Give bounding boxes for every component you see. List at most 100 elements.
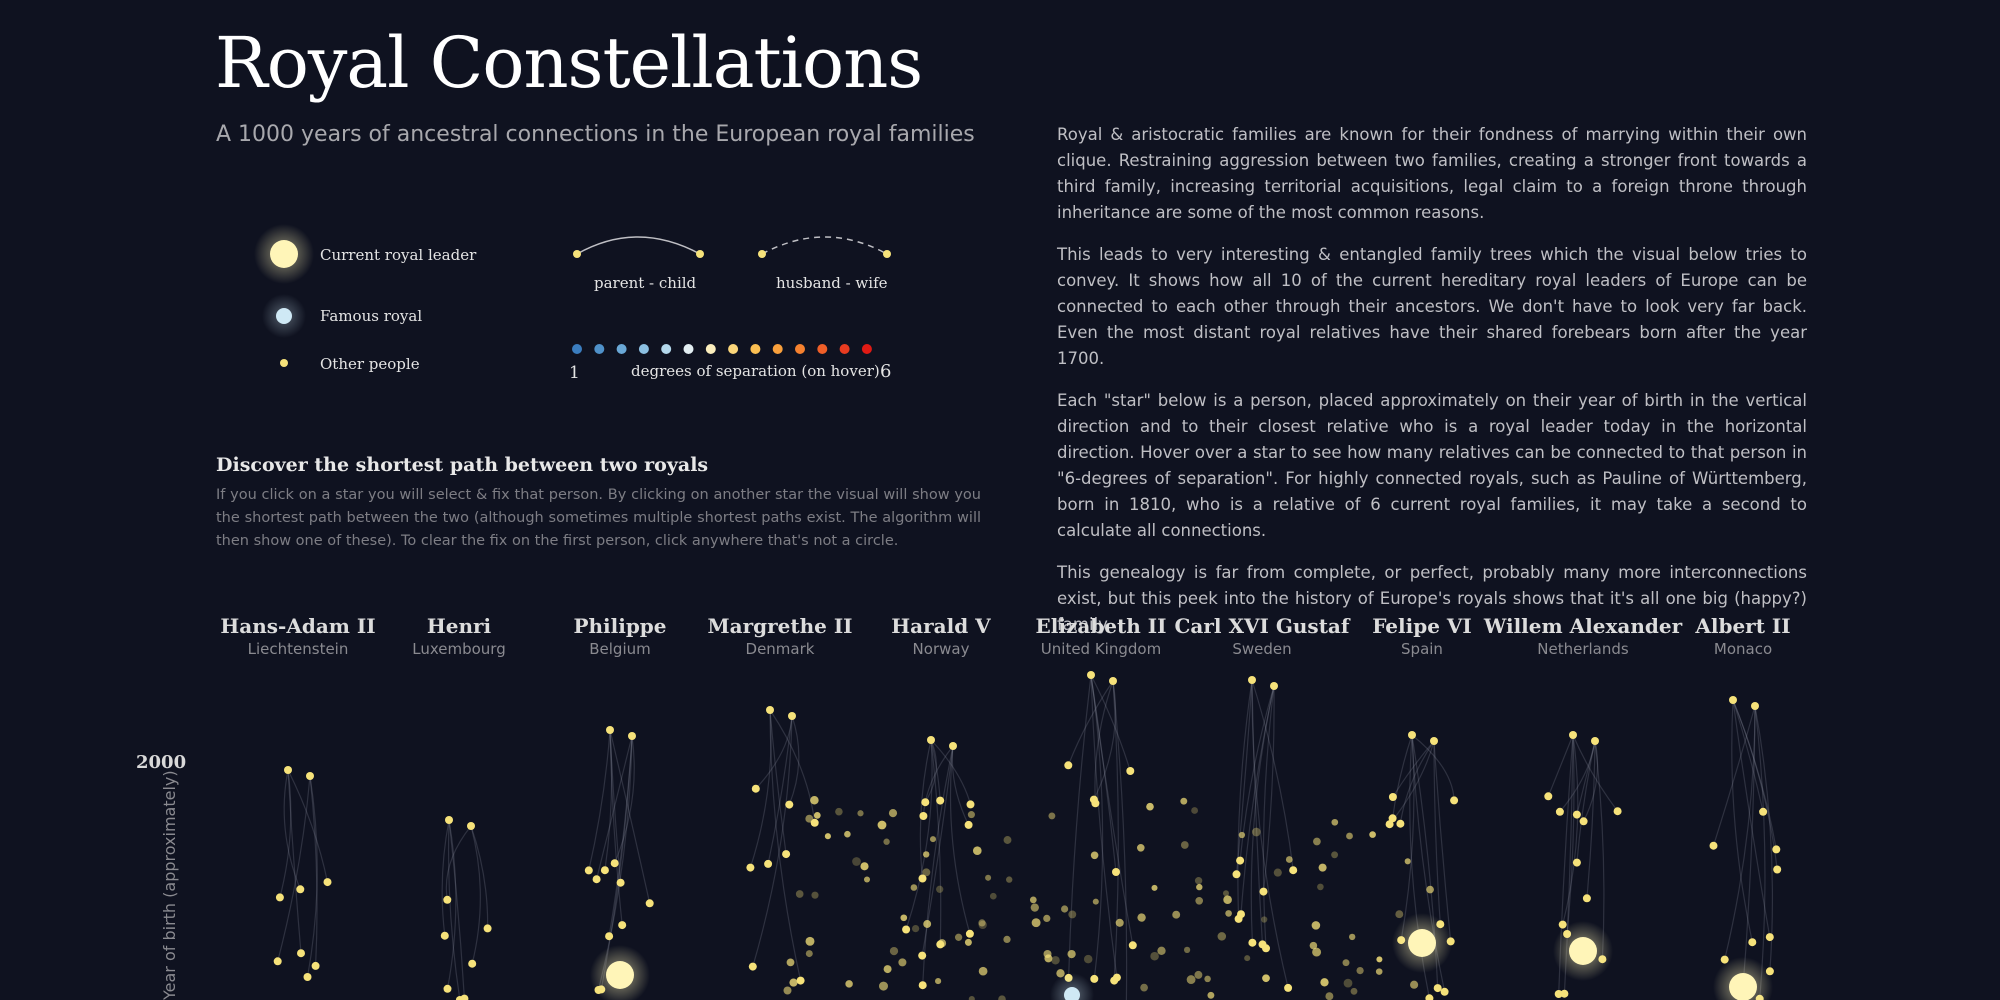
person-star[interactable] xyxy=(1137,913,1146,922)
current-leader-star[interactable] xyxy=(1729,973,1757,1000)
person-star[interactable] xyxy=(783,986,792,995)
person-star[interactable] xyxy=(900,914,908,922)
person-star[interactable] xyxy=(1404,858,1411,865)
person-star[interactable] xyxy=(1191,807,1199,814)
person-star[interactable] xyxy=(964,938,972,946)
current-leader-star[interactable] xyxy=(1408,929,1436,957)
person-star[interactable] xyxy=(1236,856,1245,865)
person-star[interactable] xyxy=(954,933,963,941)
person-star[interactable] xyxy=(966,800,975,809)
person-star[interactable] xyxy=(1223,895,1232,905)
person-star[interactable] xyxy=(306,772,314,780)
person-star[interactable] xyxy=(443,895,452,904)
person-star[interactable] xyxy=(785,800,794,809)
person-star[interactable] xyxy=(1342,959,1350,967)
person-star[interactable] xyxy=(1582,894,1591,903)
person-star[interactable] xyxy=(1204,975,1211,983)
person-star[interactable] xyxy=(1560,989,1569,998)
person-star[interactable] xyxy=(1259,887,1268,896)
person-star[interactable] xyxy=(746,863,755,872)
person-star[interactable] xyxy=(967,811,975,819)
person-star[interactable] xyxy=(1029,896,1037,904)
person-star[interactable] xyxy=(1591,737,1599,745)
person-star[interactable] xyxy=(1238,831,1246,839)
person-star[interactable] xyxy=(1048,812,1056,820)
person-star[interactable] xyxy=(883,965,892,974)
person-star[interactable] xyxy=(1313,837,1321,846)
person-star[interactable] xyxy=(863,876,871,883)
person-star[interactable] xyxy=(844,830,851,838)
person-star[interactable] xyxy=(1234,914,1243,923)
person-star[interactable] xyxy=(1244,955,1251,962)
person-star[interactable] xyxy=(1068,910,1077,919)
person-star[interactable] xyxy=(1126,767,1135,775)
person-star[interactable] xyxy=(985,874,992,881)
person-star[interactable] xyxy=(1613,807,1622,816)
person-star[interactable] xyxy=(1064,761,1073,770)
person-star[interactable] xyxy=(786,958,795,967)
person-star[interactable] xyxy=(1425,994,1434,1000)
person-star[interactable] xyxy=(937,939,947,948)
person-star[interactable] xyxy=(284,766,292,774)
person-star[interactable] xyxy=(1248,938,1257,947)
person-star[interactable] xyxy=(805,950,813,958)
person-star[interactable] xyxy=(888,809,898,818)
person-star[interactable] xyxy=(1196,883,1203,891)
person-star[interactable] xyxy=(1003,836,1012,844)
person-star[interactable] xyxy=(1146,802,1154,811)
person-star[interactable] xyxy=(1128,941,1137,950)
person-star[interactable] xyxy=(835,807,843,816)
person-star[interactable] xyxy=(1186,975,1196,985)
person-star[interactable] xyxy=(1067,949,1076,959)
person-star[interactable] xyxy=(1083,954,1093,964)
person-star[interactable] xyxy=(1109,677,1117,685)
person-star[interactable] xyxy=(311,961,320,970)
person-star[interactable] xyxy=(618,921,627,930)
person-star[interactable] xyxy=(1172,910,1181,919)
person-star[interactable] xyxy=(275,893,284,902)
person-star[interactable] xyxy=(440,931,449,940)
person-star[interactable] xyxy=(1396,819,1405,828)
person-star[interactable] xyxy=(1773,865,1782,874)
person-star[interactable] xyxy=(1195,896,1204,905)
person-star[interactable] xyxy=(1350,987,1358,995)
person-star[interactable] xyxy=(1729,696,1737,704)
person-star[interactable] xyxy=(1572,858,1581,867)
person-star[interactable] xyxy=(910,884,918,891)
person-star[interactable] xyxy=(1151,884,1158,891)
person-star[interactable] xyxy=(1388,814,1397,823)
person-star[interactable] xyxy=(918,981,927,990)
constellation-canvas[interactable] xyxy=(0,0,2000,1000)
current-leader-star[interactable] xyxy=(606,961,634,989)
person-star[interactable] xyxy=(805,814,814,823)
person-star[interactable] xyxy=(968,995,975,1000)
person-star[interactable] xyxy=(323,878,332,887)
person-star[interactable] xyxy=(1331,818,1339,826)
person-star[interactable] xyxy=(1089,795,1098,804)
person-star[interactable] xyxy=(1388,793,1397,801)
person-star[interactable] xyxy=(935,978,942,985)
person-star[interactable] xyxy=(273,957,282,966)
person-star[interactable] xyxy=(1430,737,1438,745)
person-star[interactable] xyxy=(972,846,982,856)
person-star[interactable] xyxy=(1258,940,1267,949)
person-star[interactable] xyxy=(936,796,945,805)
person-star[interactable] xyxy=(1157,946,1166,955)
current-leader-star[interactable] xyxy=(1569,937,1597,965)
person-star[interactable] xyxy=(1261,916,1268,923)
person-star[interactable] xyxy=(1579,817,1588,826)
person-star[interactable] xyxy=(592,875,601,884)
person-star[interactable] xyxy=(1136,843,1145,852)
person-star[interactable] xyxy=(1317,883,1324,891)
person-star[interactable] xyxy=(751,784,760,793)
person-star[interactable] xyxy=(1349,933,1356,941)
person-star[interactable] xyxy=(923,920,932,928)
person-star[interactable] xyxy=(1331,851,1339,859)
person-star[interactable] xyxy=(1150,951,1159,961)
person-star[interactable] xyxy=(1262,974,1270,983)
person-star[interactable] xyxy=(922,851,930,858)
person-star[interactable] xyxy=(1320,978,1329,987)
person-star[interactable] xyxy=(1765,933,1774,942)
person-star[interactable] xyxy=(445,816,453,824)
person-star[interactable] xyxy=(1217,932,1227,941)
